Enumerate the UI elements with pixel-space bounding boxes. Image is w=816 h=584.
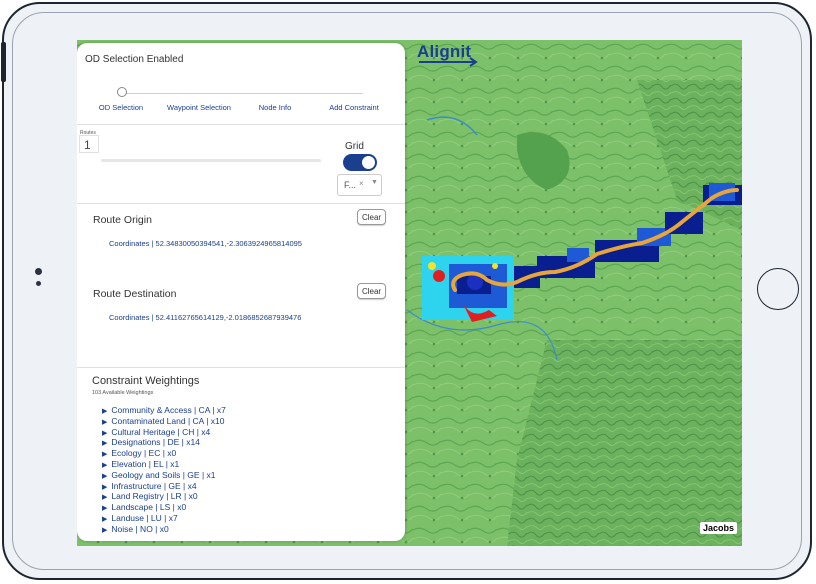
home-button[interactable]	[757, 268, 799, 310]
panel-title: OD Selection Enabled	[85, 54, 184, 65]
list-item-label: Landscape | LS | x0	[111, 502, 187, 513]
constraint-weightings-count: 103 Available Weightings	[92, 390, 154, 396]
step-waypoint-selection[interactable]: Waypoint Selection	[159, 103, 239, 112]
hills-layer	[507, 340, 742, 546]
divider	[77, 124, 405, 125]
list-item-label: Elevation | EL | x1	[111, 458, 180, 469]
step-active-dot[interactable]	[117, 87, 127, 97]
app-screen: Alignit Jacobs OD Selection Enabled OD S…	[77, 40, 742, 546]
constraint-list: ▶ Community & Access | CA | x7 ▶ Contamina…	[102, 405, 226, 535]
divider	[77, 203, 405, 204]
grid-toggle[interactable]	[343, 154, 377, 171]
list-item[interactable]: ▶ Elevation | EL | x1	[102, 459, 226, 470]
toggle-knob	[362, 156, 375, 169]
constraint-weightings-title: Constraint Weightings	[92, 375, 200, 387]
grid-select[interactable]: F... × ▼	[337, 174, 382, 196]
list-item-label: Ecology | EC | x0	[111, 448, 177, 459]
list-item[interactable]: ▶ Designations | DE | x14	[102, 437, 226, 448]
camera-icon	[35, 268, 42, 275]
route-origin-title: Route Origin	[93, 214, 152, 226]
step-node-info[interactable]: Node Info	[235, 103, 315, 112]
list-item[interactable]: ▶ Cultural Heritage | CH | x4	[102, 427, 226, 438]
list-item[interactable]: ▶ Community & Access | CA | x7	[102, 405, 226, 416]
routes-input[interactable]: 1	[79, 135, 99, 153]
list-item[interactable]: ▶ Geology and Soils | GE | x1	[102, 470, 226, 481]
list-item[interactable]: ▶ Ecology | EC | x0	[102, 448, 226, 459]
caret-right-icon: ▶	[102, 526, 108, 534]
grid-select-value: F...	[344, 180, 357, 190]
sensor-icon	[36, 281, 41, 286]
list-item-label: Land Registry | LR | x0	[111, 491, 198, 502]
list-item-label: Contaminated Land | CA | x10	[111, 415, 225, 426]
list-item-label: Geology and Soils | GE | x1	[111, 469, 216, 480]
list-item-label: Landuse | LU | x7	[111, 512, 178, 523]
step-add-constraint[interactable]: Add Constraint	[314, 103, 394, 112]
clear-origin-button[interactable]: Clear	[357, 209, 386, 225]
list-item-label: Cultural Heritage | CH | x4	[111, 426, 211, 437]
list-item-label: Infrastructure | GE | x4	[111, 480, 197, 491]
list-item-label: Noise | NO | x0	[111, 523, 169, 534]
route-destination-title: Route Destination	[93, 288, 177, 300]
stepper-track	[123, 93, 363, 94]
divider	[77, 367, 405, 368]
destination-coordinates: Coordinates | 52.41162765614129,-2.01868…	[109, 313, 302, 322]
clear-icon[interactable]: ×	[359, 179, 364, 188]
grid-label: Grid	[345, 141, 364, 152]
logo-arrow-icon	[419, 57, 478, 67]
list-item[interactable]: ▶ Landuse | LU | x7	[102, 513, 226, 524]
routes-slider[interactable]	[101, 159, 321, 162]
clear-destination-button[interactable]: Clear	[357, 283, 386, 299]
side-panel: OD Selection Enabled OD Selection Waypoi…	[77, 43, 405, 541]
origin-coordinates: Coordinates | 52.34830050394541,-2.30639…	[109, 239, 302, 248]
list-item[interactable]: ▶ Infrastructure | GE | x4	[102, 481, 226, 492]
list-item-label: Community & Access | CA | x7	[111, 405, 226, 415]
list-item[interactable]: ▶ Landscape | LS | x0	[102, 502, 226, 513]
attribution-badge: Jacobs	[700, 522, 738, 534]
list-item[interactable]: ▶ Land Registry | LR | x0	[102, 491, 226, 502]
list-item[interactable]: ▶ Noise | NO | x0	[102, 524, 226, 535]
list-item-label: Designations | DE | x14	[111, 437, 200, 448]
step-od-selection[interactable]: OD Selection	[81, 103, 161, 112]
chevron-down-icon[interactable]: ▼	[371, 179, 378, 186]
list-item[interactable]: ▶ Contaminated Land | CA | x10	[102, 416, 226, 427]
volume-button	[1, 42, 6, 82]
alignit-logo: Alignit	[417, 42, 487, 68]
